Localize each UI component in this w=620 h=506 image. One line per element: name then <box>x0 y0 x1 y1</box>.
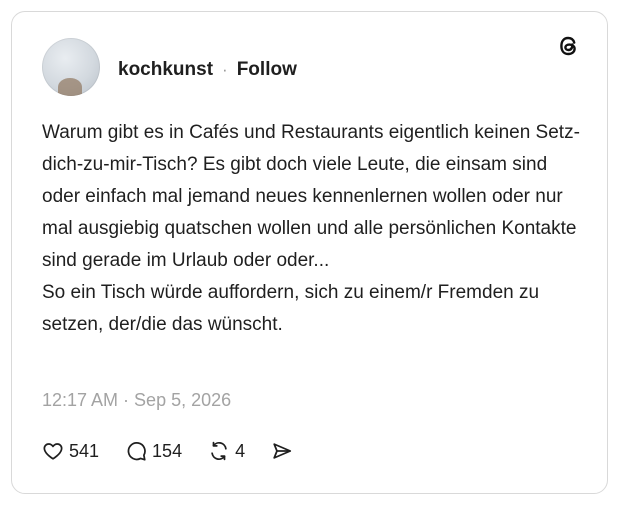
repost-icon <box>211 441 227 461</box>
repost-count: 4 <box>235 440 246 461</box>
reply-count: 154 <box>152 440 183 461</box>
post-timestamp[interactable]: 12:17 AM · Sep 5, 2026 <box>42 390 231 411</box>
action-bar: 541 154 4 <box>42 438 319 464</box>
reply-button[interactable]: 154 <box>125 440 182 462</box>
header-separator: · <box>222 60 228 79</box>
avatar[interactable] <box>42 38 100 96</box>
post-card: kochkunst · Follow Warum gibt es in Café… <box>11 11 608 494</box>
post-header: kochkunst · Follow <box>118 58 297 82</box>
username-link[interactable]: kochkunst <box>118 59 213 81</box>
post-paragraph: So ein Tisch würde auffordern, sich zu e… <box>42 282 540 335</box>
post-body: Warum gibt es in Cafés und Restaurants e… <box>42 117 582 341</box>
heart-icon <box>43 443 63 460</box>
send-icon <box>273 443 292 459</box>
post-paragraph: Warum gibt es in Cafés und Restaurants e… <box>42 122 580 271</box>
repost-button[interactable]: 4 <box>208 440 245 462</box>
follow-button[interactable]: Follow <box>237 59 297 81</box>
comment-bubble-icon <box>127 442 146 461</box>
like-button[interactable]: 541 <box>42 440 99 462</box>
like-count: 541 <box>69 440 100 461</box>
share-button[interactable] <box>271 440 293 462</box>
avatar-image-detail <box>58 78 82 96</box>
threads-logo-icon[interactable] <box>557 34 581 58</box>
